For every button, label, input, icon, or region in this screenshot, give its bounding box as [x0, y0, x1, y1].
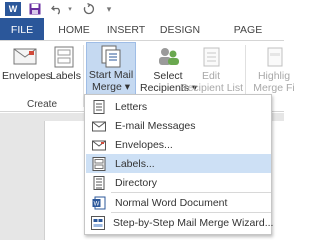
menu-item-envelopes[interactable]: Envelopes... [86, 135, 271, 154]
letter-icon [91, 99, 107, 114]
envelope-icon [10, 44, 40, 70]
group-separator [245, 45, 246, 95]
menu-item-normal-word-document[interactable]: W Normal Word Document [86, 193, 271, 212]
tab-page-layout[interactable]: PAGE LAYOUT [212, 18, 284, 60]
wizard-icon [91, 215, 105, 230]
start-mail-merge-button[interactable]: Start Mail Merge ▾ [86, 42, 136, 98]
labels-label: Labels [50, 70, 81, 82]
recipients-icon [153, 44, 183, 70]
labels-icon [50, 44, 80, 70]
edit-recipient-label-line2: Recipient List [180, 82, 244, 94]
menu-item-label: E-mail Messages [115, 119, 196, 132]
quick-access-toolbar: W ▾ ▾ [0, 0, 284, 18]
highlight-icon [259, 44, 289, 70]
tab-insert[interactable]: INSERT [104, 18, 148, 42]
chevron-down-icon: ▾ [124, 81, 130, 93]
customize-icon[interactable]: ▾ [104, 2, 114, 16]
menu-item-label: Directory [115, 176, 158, 189]
menu-item-letters[interactable]: Letters [86, 97, 271, 116]
tab-design[interactable]: DESIGN [156, 18, 204, 42]
edit-recipient-list-button[interactable]: Edit Recipient List [180, 44, 244, 94]
envelope-icon [91, 138, 107, 152]
start-mail-merge-label-line2: Merge ▾ [92, 81, 130, 93]
menu-item-email-messages[interactable]: E-mail Messages [86, 116, 271, 135]
labels-icon [91, 156, 107, 171]
word-document-icon: W [91, 196, 107, 210]
menu-item-label: Normal Word Document [115, 196, 228, 209]
highlight-label-line1: Highlig [257, 70, 291, 82]
menu-item-label: Envelopes... [115, 138, 173, 151]
redo-icon[interactable] [82, 2, 96, 16]
menu-item-label: Labels... [115, 157, 155, 170]
menu-item-label: Step-by-Step Mail Merge Wizard... [113, 216, 274, 229]
menu-item-label: Letters [115, 100, 148, 113]
envelopes-button[interactable]: Envelopes [2, 44, 52, 94]
start-mail-merge-label-line1: Start Mail [88, 69, 134, 81]
edit-recipient-label-line1: Edit [201, 70, 221, 82]
menu-item-mail-merge-wizard[interactable]: Step-by-Step Mail Merge Wizard... [86, 213, 274, 232]
menu-item-directory[interactable]: Directory [86, 173, 271, 192]
start-mail-merge-menu: Letters E-mail Messages Envelopes... Lab… [84, 94, 274, 235]
create-group-label: Create [26, 99, 57, 110]
tab-home[interactable]: HOME [52, 18, 96, 42]
directory-icon [91, 175, 107, 190]
word-logo-icon: W [5, 2, 21, 16]
undo-icon[interactable] [50, 2, 64, 16]
mail-merge-icon [96, 43, 126, 69]
save-icon[interactable] [28, 2, 42, 16]
menu-item-labels[interactable]: Labels... [86, 154, 271, 173]
undo-dropdown-icon[interactable]: ▾ [66, 2, 74, 16]
highlight-merge-fields-button[interactable]: Highlig Merge Fi [252, 44, 296, 94]
envelopes-label: Envelopes [2, 70, 52, 82]
edit-list-icon [196, 44, 226, 70]
tab-file[interactable]: FILE [0, 18, 44, 42]
ribbon-tabs: FILE HOME INSERT DESIGN PAGE LAYOUT [0, 18, 284, 60]
labels-button[interactable]: Labels [50, 44, 81, 94]
email-icon [91, 119, 107, 133]
highlight-label-line2: Merge Fi [253, 82, 295, 94]
svg-text:W: W [94, 201, 100, 207]
